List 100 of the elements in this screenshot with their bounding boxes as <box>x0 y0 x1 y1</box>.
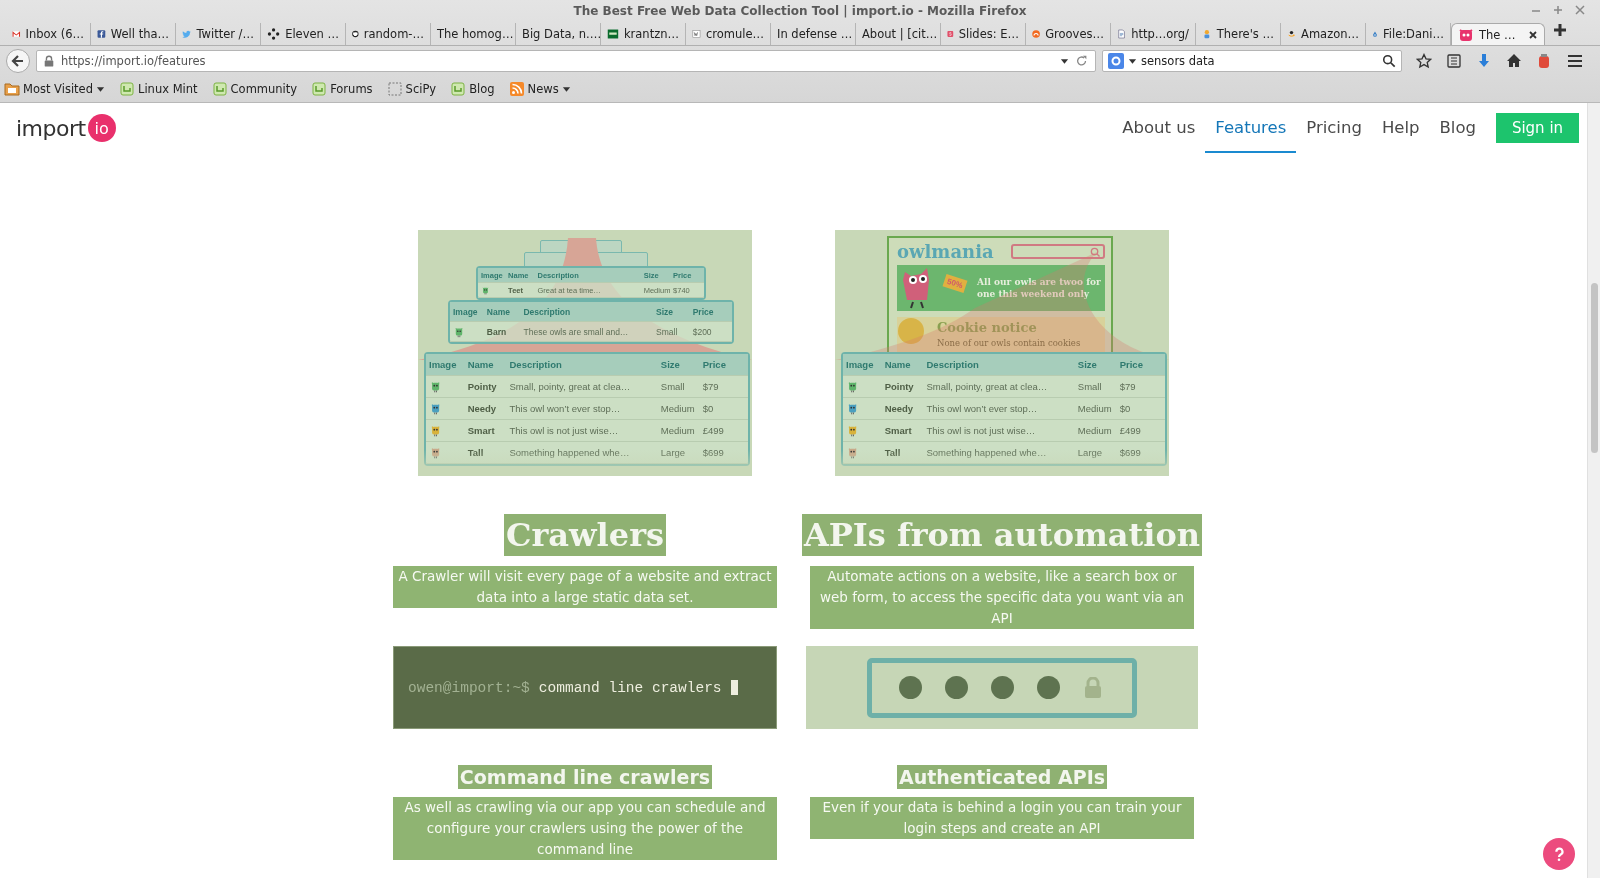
menu-icon[interactable] <box>1566 53 1584 69</box>
column-header: Name <box>464 354 507 376</box>
table-cell: Barn <box>483 322 521 342</box>
table-cell: Something happened whe… <box>506 442 658 464</box>
column-header: Price <box>699 354 748 376</box>
bookmark-star-icon[interactable] <box>1416 53 1432 69</box>
feature-title: Authenticated APIs <box>896 765 1108 789</box>
cookie-icon <box>897 317 925 345</box>
bookmark-item[interactable]: Blog <box>450 81 495 97</box>
search-icon[interactable] <box>1382 54 1396 68</box>
url-input[interactable]: https://import.io/features <box>61 54 1054 68</box>
browser-tab[interactable]: Eleven … <box>261 23 346 45</box>
browser-tab[interactable]: About | [cit… <box>856 23 941 45</box>
browser-tab[interactable]: There's … <box>1196 23 1281 45</box>
password-dot <box>991 676 1014 699</box>
bookmark-item[interactable]: Community <box>211 81 298 97</box>
extension-icon[interactable] <box>1536 53 1552 69</box>
table-cell: $699 <box>699 442 748 464</box>
discount-tag: 50% <box>942 273 968 294</box>
promo-text: All our owls are twoo for one this weekend only <box>977 276 1102 300</box>
nav-link[interactable]: Help <box>1371 103 1430 153</box>
table-cell: $200 <box>689 322 732 342</box>
owl-icon <box>453 325 465 338</box>
browser-tab[interactable]: The … <box>1451 23 1545 45</box>
nav-link[interactable]: About us <box>1112 103 1206 153</box>
browser-tab[interactable]: http…org/ <box>1111 23 1196 45</box>
bookmark-item[interactable]: SciPy <box>386 81 437 97</box>
browser-tab[interactable]: Twitter /… <box>176 23 261 45</box>
new-tab-icon[interactable] <box>1553 23 1567 37</box>
feature-description: As well as crawling via our app you can schedule and configure your crawlers using the power of the command line <box>393 797 777 860</box>
search-input[interactable]: sensors data <box>1141 54 1378 68</box>
bookmark-item[interactable]: Forums <box>311 81 373 97</box>
help-button[interactable] <box>1543 838 1575 870</box>
page-icon <box>119 81 135 97</box>
table-cell: Medium <box>657 398 700 420</box>
download-icon[interactable] <box>1476 53 1492 69</box>
bookmark-item[interactable]: Linux Mint <box>119 81 198 97</box>
bookmark-item[interactable]: News <box>508 81 571 97</box>
browser-tab[interactable]: random-… <box>346 23 431 45</box>
owl-icon <box>481 285 490 295</box>
column-header: Image <box>426 354 465 376</box>
browser-tab[interactable]: cromule… <box>686 23 771 45</box>
reading-list-icon[interactable] <box>1446 53 1462 69</box>
table-cell: Small, pointy, great at clea… <box>923 376 1075 398</box>
table-cell: Needy <box>464 398 507 420</box>
dropdown-icon <box>1060 57 1069 65</box>
table-cell: $699 <box>1116 442 1165 464</box>
table-cell: Small <box>1074 376 1117 398</box>
nav-link[interactable]: Blog <box>1429 103 1486 153</box>
page-icon <box>311 81 328 97</box>
nav-link[interactable]: Features <box>1205 103 1297 153</box>
browser-tab[interactable]: krantzn… <box>601 23 686 45</box>
terminal-prompt: owen@import:~$ <box>408 679 530 696</box>
browser-tab[interactable]: Slides: E… <box>941 23 1026 45</box>
browser-tab[interactable]: Amazon… <box>1281 23 1366 45</box>
password-dot <box>899 676 922 699</box>
column-header: Size <box>653 302 690 322</box>
table-cell: These owls are small and… <box>520 322 653 342</box>
bookmark-item[interactable]: Most Visited <box>4 81 105 97</box>
nav-link[interactable]: Pricing <box>1296 103 1372 153</box>
scrollbar[interactable] <box>1587 103 1600 878</box>
back-arrow-icon <box>10 53 26 69</box>
text-cursor <box>730 680 738 695</box>
search-field[interactable]: sensors data <box>1102 50 1402 72</box>
table-cell: Pointy <box>881 376 924 398</box>
logo-text[interactable]: import <box>16 115 86 141</box>
password-dot <box>1037 676 1060 699</box>
table-cell: Pointy <box>464 376 507 398</box>
table-cell: Medium <box>1074 398 1117 420</box>
browser-tab[interactable]: Grooves… <box>1026 23 1111 45</box>
column-header: Description <box>506 354 658 376</box>
back-button[interactable] <box>6 49 30 73</box>
browser-tab[interactable]: Well tha… <box>91 23 176 45</box>
question-mark-icon <box>1552 845 1566 863</box>
table-cell: This owl won’t ever stop… <box>506 398 658 420</box>
folder-icon <box>4 81 20 97</box>
browser-tab[interactable]: Inbox (6… <box>6 23 91 45</box>
maximize-icon[interactable] <box>1552 4 1564 16</box>
reload-icon[interactable] <box>1075 54 1089 68</box>
close-icon[interactable] <box>1528 29 1538 40</box>
notice-text: None of our owls contain cookies <box>937 338 1081 348</box>
password-dot <box>945 676 968 699</box>
feature-title: Crawlers <box>504 514 666 556</box>
lock-icon <box>1083 676 1103 699</box>
table-cell: This owl won’t ever stop… <box>923 398 1075 420</box>
column-header: Name <box>483 302 521 322</box>
column-header: Size <box>1074 354 1117 376</box>
table-cell: $79 <box>1116 376 1165 398</box>
dashed-square-icon <box>386 81 403 97</box>
browser-tab[interactable]: In defense … <box>771 23 856 45</box>
browser-tab[interactable]: The homog… <box>431 23 516 45</box>
browser-tab[interactable]: Big Data, n.… <box>516 23 601 45</box>
terminal-command: command line crawlers <box>538 679 722 696</box>
window-title: The Best Free Web Data Collection Tool | import.io - Mozilla Firefox <box>573 3 1027 18</box>
home-icon[interactable] <box>1506 53 1522 69</box>
logo-badge[interactable]: io <box>87 114 116 142</box>
address-bar[interactable]: https://import.io/features <box>36 50 1096 72</box>
feature-description: Automate actions on a website, like a search box or web form, to access the specific data you want via an API <box>810 566 1194 629</box>
dots-icon <box>267 26 281 42</box>
table-cell: Medium <box>1074 420 1117 442</box>
